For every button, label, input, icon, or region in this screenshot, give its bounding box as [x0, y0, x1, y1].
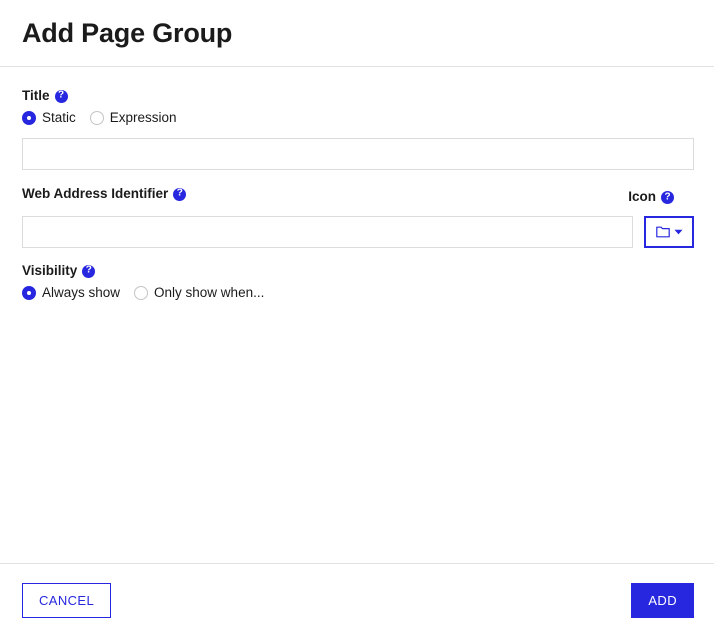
web-address-controls-row [22, 215, 694, 248]
icon-label-row: Icon ? [628, 189, 674, 205]
web-address-input[interactable] [22, 215, 633, 248]
radio-expression-label: Expression [109, 110, 177, 126]
web-address-label: Web Address Identifier [22, 185, 169, 201]
radio-option-always-show[interactable]: Always show [22, 284, 121, 300]
radio-option-expression[interactable]: Expression [89, 110, 177, 126]
folder-icon [655, 226, 670, 238]
title-label: Title [22, 88, 50, 103]
title-input-wrap [22, 137, 694, 170]
icon-label: Icon [628, 189, 656, 205]
dialog-body: Title ? Static Expression Web Address Id… [0, 67, 714, 563]
dialog-footer: CANCEL ADD [0, 563, 714, 636]
radio-static-label: Static [42, 110, 76, 126]
visibility-label-row: Visibility ? [22, 262, 694, 279]
radio-always-show-mark[interactable] [22, 285, 36, 300]
radio-static-mark[interactable] [22, 110, 36, 125]
icon-help-icon[interactable]: ? [661, 191, 674, 205]
web-address-label-row: Web Address Identifier ? [22, 185, 187, 202]
radio-option-static[interactable]: Static [22, 110, 76, 126]
radio-only-show-when-mark[interactable] [134, 285, 149, 300]
title-input[interactable] [22, 137, 694, 170]
radio-always-show-label: Always show [42, 284, 121, 300]
radio-option-only-show-when[interactable]: Only show when... [134, 284, 265, 300]
icon-picker-button[interactable] [644, 215, 694, 248]
title-help-glyph: ? [57, 89, 65, 101]
visibility-help-glyph: ? [85, 264, 92, 276]
visibility-label: Visibility [22, 262, 78, 278]
title-label-row: Title ? [22, 88, 694, 104]
radio-expression-mark[interactable] [89, 110, 104, 125]
web-address-help-glyph: ? [176, 187, 183, 199]
radio-only-show-when-label: Only show when... [154, 284, 265, 300]
web-address-help-icon[interactable]: ? [173, 187, 187, 201]
caret-down-icon [674, 229, 682, 235]
web-address-labels-row: Web Address Identifier ? Icon ? [22, 185, 694, 209]
web-address-input-wrap [22, 215, 633, 248]
add-button[interactable]: ADD [631, 582, 694, 618]
visibility-radio-group: Always show Only show when... [22, 284, 694, 300]
visibility-help-icon[interactable]: ? [82, 264, 96, 278]
title-mode-radio-group: Static Expression [22, 110, 694, 126]
icon-help-glyph: ? [664, 191, 671, 203]
page-title: Add Page Group [22, 17, 233, 48]
title-help-icon[interactable]: ? [54, 89, 68, 103]
cancel-button[interactable]: CANCEL [22, 582, 112, 618]
dialog-header: Add Page Group [0, 0, 714, 67]
